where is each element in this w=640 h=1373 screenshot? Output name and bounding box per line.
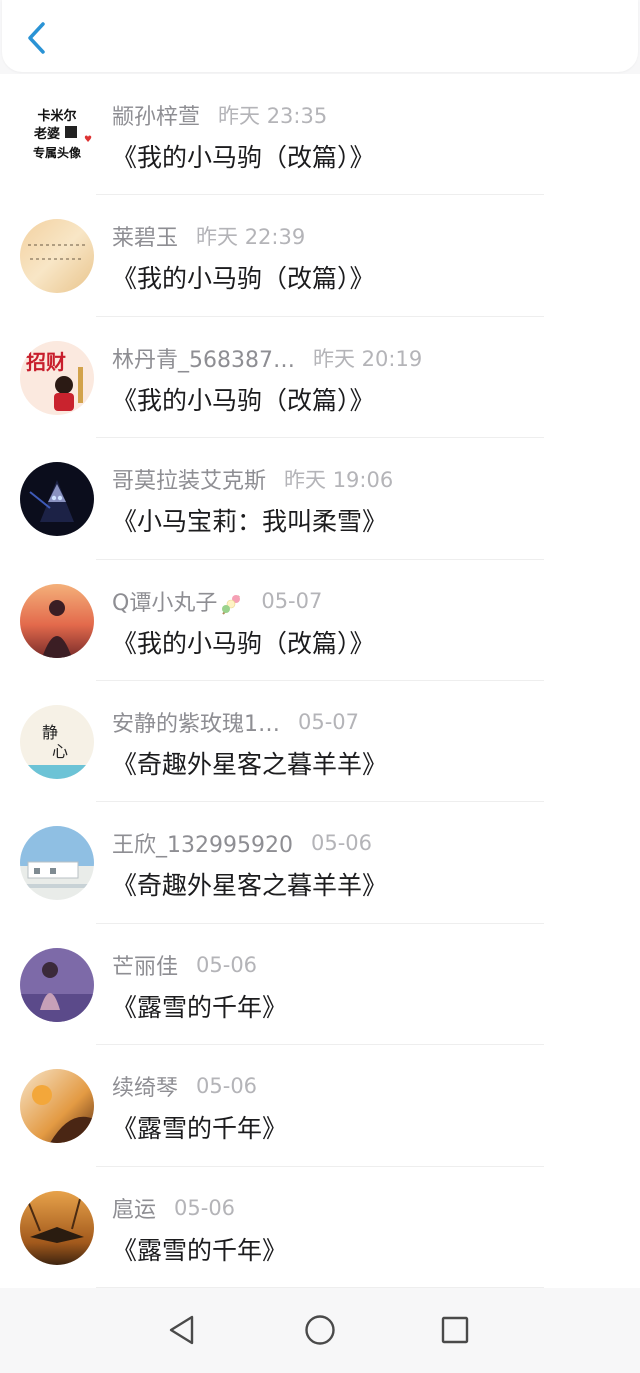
story-title: 《我的小马驹（改篇）》 [112,628,375,658]
reader-name: 芒丽佳 [112,954,179,980]
reader-name: 续绮琴 [112,1076,179,1102]
timestamp: 05-07 [298,709,360,734]
svg-text:专属头像: 专属头像 [33,145,82,160]
triangle-back-icon [169,1315,194,1345]
timestamp: 05-06 [196,952,258,977]
story-title: 《露雪的千年》 [112,1235,288,1265]
reader-list: 卡米尔 老婆 专属头像 ♥ 颛孙梓萱 昨天 23:35 《我的小马驹（改篇）》 [0,74,640,1288]
timestamp: 昨天 23:35 [218,104,328,128]
avatar[interactable] [20,826,94,901]
reader-name: 安静的紫玫瑰1… [112,711,280,737]
svg-text:老婆: 老婆 [33,126,60,142]
list-item[interactable]: 续绮琴 05-06 《露雪的千年》 [0,1045,640,1167]
story-title: 《我的小马驹（改篇）》 [112,385,375,415]
avatar[interactable] [20,947,94,1022]
list-item[interactable]: 扈运 05-06 《露雪的千年》 [0,1167,640,1288]
list-item[interactable]: 静 心 安静的紫玫瑰1… 05-07 《奇趣外星客之暮羊羊》 [0,681,640,803]
reader-name: 林丹青_568387… [112,347,295,373]
circle-home-icon [305,1315,335,1345]
nav-back-button[interactable] [162,1310,202,1350]
timestamp: 05-06 [174,1195,236,1220]
avatar[interactable] [20,462,94,537]
reader-name: Q谭小丸子 [112,585,243,617]
story-title: 《小马宝莉：我叫柔雪》 [112,507,388,537]
svg-text:卡米尔: 卡米尔 [37,108,76,124]
avatar[interactable]: 静 心 [20,704,94,779]
timestamp: 05-07 [261,588,323,613]
story-title: 《露雪的千年》 [112,992,288,1022]
svg-text:静: 静 [42,723,58,742]
avatar[interactable]: 招财 [20,340,94,415]
story-title: 《我的小马驹（改篇）》 [112,143,375,172]
system-navigation-bar [0,1288,640,1373]
chevron-left-icon [28,22,45,54]
timestamp: 05-06 [196,1074,258,1099]
square-recents-icon [441,1316,469,1344]
nav-home-button[interactable] [300,1310,340,1350]
timestamp: 昨天 20:19 [312,346,423,371]
story-title: 《奇趣外星客之暮羊羊》 [112,749,388,779]
list-item[interactable]: 芒丽佳 05-06 《露雪的千年》 [0,924,640,1046]
avatar[interactable] [20,1190,94,1265]
timestamp: 昨天 22:39 [196,225,306,250]
dango-emoji-icon [222,594,241,615]
timestamp: 昨天 19:06 [284,468,394,493]
list-item[interactable]: 莱碧玉 昨天 22:39 《我的小马驹（改篇）》 [0,195,640,317]
reader-name: 莱碧玉 [112,226,179,252]
avatar[interactable]: 卡米尔 老婆 专属头像 ♥ [20,98,94,172]
list-item[interactable]: 哥莫拉装艾克斯 昨天 19:06 《小马宝莉：我叫柔雪》 [0,438,640,560]
reader-name: 扈运 [112,1197,157,1223]
timestamp: 05-06 [310,831,373,856]
nav-recents-button[interactable] [435,1310,475,1350]
story-title: 《奇趣外星客之暮羊羊》 [112,871,388,901]
svg-text:招财: 招财 [26,350,66,374]
svg-text:♥: ♥ [84,135,92,145]
list-item[interactable]: 王欣_132995920 05-06 《奇趣外星客之暮羊羊》 [0,802,640,924]
top-app-bar [2,0,638,72]
list-item[interactable]: Q谭小丸子 05-07 《我的小马驹（改篇）》 [0,560,640,681]
list-item[interactable]: 招财 林丹青_568387… 昨天 20:19 《我的小马驹（改篇）》 [0,317,640,439]
avatar[interactable] [20,1069,94,1144]
avatar[interactable] [20,583,94,658]
svg-text:心: 心 [52,742,68,761]
reader-name: 哥莫拉装艾克斯 [112,469,267,495]
reader-name: 颛孙梓萱 [112,105,201,130]
back-button[interactable] [20,18,54,58]
avatar[interactable] [20,219,94,294]
story-title: 《我的小马驹（改篇）》 [112,264,375,294]
story-title: 《露雪的千年》 [112,1114,288,1144]
reader-name: 王欣_132995920 [112,833,293,859]
list-item[interactable]: 卡米尔 老婆 专属头像 ♥ 颛孙梓萱 昨天 23:35 《我的小马驹（改篇）》 [0,74,640,196]
